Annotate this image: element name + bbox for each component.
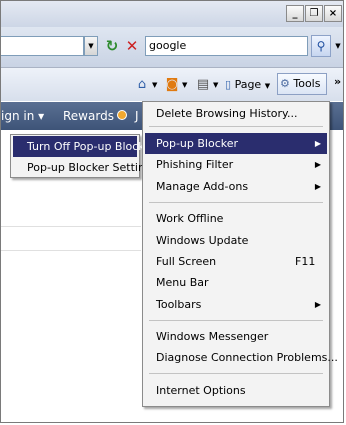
page-label: Page — [234, 78, 262, 91]
toolbars-item[interactable]: Toolbars ▶ — [145, 294, 327, 315]
stop-icon[interactable]: ✕ — [124, 36, 140, 56]
address-dropdown-icon[interactable]: ▼ — [84, 36, 98, 56]
popup-blocker-item[interactable]: Pop-up Blocker ▶ — [145, 133, 327, 154]
popup-blocker-submenu: Turn Off Pop-up Blocker Pop-up Blocker S… — [10, 134, 158, 178]
home-dropdown-icon[interactable]: ▼ — [152, 76, 157, 94]
manage-add-ons-item[interactable]: Manage Add-ons ▶ — [145, 176, 327, 197]
address-input[interactable] — [1, 36, 84, 56]
shortcut-label: F11 — [295, 255, 316, 268]
browser-window: _ ❐ × ▼ ↻ ✕ google ⚲ ▼ ⌂ ▼ ◙ ▼ ▤ ▼ ▯ Pag… — [0, 0, 344, 423]
tools-button[interactable]: ⚙ Tools ▼ — [277, 73, 327, 109]
menu-item-label: Menu Bar — [156, 276, 209, 289]
submenu-arrow-icon: ▶ — [314, 139, 321, 148]
menu-separator — [149, 202, 323, 203]
rss-dropdown-icon[interactable]: ▼ — [182, 76, 187, 94]
internet-options-item[interactable]: Internet Options — [145, 380, 327, 401]
page-dropdown-icon: ▼ — [264, 82, 271, 90]
chevron-right-icon[interactable]: » — [334, 75, 341, 88]
full-screen-item[interactable]: Full Screen F11 — [145, 251, 327, 272]
window-controls: _ ❐ × — [286, 5, 342, 22]
turn-off-popup-blocker-item[interactable]: Turn Off Pop-up Blocker — [13, 136, 156, 157]
sign-in-link[interactable]: ign in ▾ — [1, 108, 44, 124]
page-button[interactable]: ▯ Page ▼ — [225, 75, 270, 95]
maximize-icon[interactable]: ❐ — [305, 5, 323, 22]
divider — [1, 250, 141, 251]
home-icon[interactable]: ⌂ — [134, 76, 150, 94]
tools-menu: Delete Browsing History... Pop-up Blocke… — [142, 101, 338, 407]
popup-blocker-settings-item[interactable]: Pop-up Blocker Settings — [13, 157, 158, 178]
close-icon[interactable]: × — [324, 5, 342, 22]
address-toolbar: ▼ ↻ ✕ google ⚲ ▼ — [1, 27, 343, 68]
menu-bar-item[interactable]: Menu Bar — [145, 272, 327, 293]
menu-item-label: Windows Messenger — [156, 330, 269, 343]
submenu-arrow-icon: ▶ — [314, 300, 321, 309]
menu-item-label: Toolbars — [156, 298, 202, 311]
page-icon: ▯ — [225, 78, 232, 91]
search-icon[interactable]: ⚲ — [311, 35, 331, 57]
diagnose-connection-item[interactable]: Diagnose Connection Problems... — [145, 347, 338, 368]
minimize-icon[interactable]: _ — [286, 5, 304, 22]
print-icon[interactable]: ▤ — [195, 76, 211, 94]
menu-separator — [149, 320, 323, 321]
rewards-link[interactable]: Rewards — [63, 108, 127, 124]
title-bar: _ ❐ × — [1, 1, 343, 27]
divider — [1, 226, 141, 227]
print-dropdown-icon[interactable]: ▼ — [213, 76, 218, 94]
delete-browsing-history-item[interactable]: Delete Browsing History... — [145, 103, 327, 124]
tools-label: Tools — [293, 77, 321, 90]
windows-update-item[interactable]: Windows Update — [145, 230, 327, 251]
gear-icon: ⚙ — [280, 77, 290, 90]
menu-item-label: Work Offline — [156, 212, 224, 225]
menu-item-label: Delete Browsing History... — [156, 107, 298, 120]
menu-separator — [149, 126, 323, 127]
menu-item-label: Manage Add-ons — [156, 180, 249, 193]
menu-item-label: Internet Options — [156, 384, 246, 397]
refresh-icon[interactable]: ↻ — [103, 36, 121, 56]
phishing-filter-item[interactable]: Phishing Filter ▶ — [145, 154, 327, 175]
nav-link-extra[interactable]: J — [135, 108, 139, 124]
search-input[interactable]: google — [145, 36, 308, 56]
rss-feed-icon[interactable]: ◙ — [164, 76, 180, 94]
submenu-arrow-icon: ▶ — [314, 160, 321, 169]
rewards-label: Rewards — [63, 109, 114, 123]
menu-separator — [149, 373, 323, 374]
submenu-arrow-icon: ▶ — [314, 182, 321, 191]
work-offline-item[interactable]: Work Offline — [145, 208, 327, 229]
menu-item-label: Pop-up Blocker — [156, 137, 239, 150]
menu-item-label: Full Screen — [156, 255, 217, 268]
search-dropdown-icon[interactable]: ▼ — [332, 36, 343, 56]
command-bar: ⌂ ▼ ◙ ▼ ▤ ▼ ▯ Page ▼ ⚙ Tools ▼ » — [1, 68, 343, 109]
menu-item-label: Phishing Filter — [156, 158, 234, 171]
rewards-coin-icon — [116, 110, 127, 120]
windows-messenger-item[interactable]: Windows Messenger — [145, 326, 327, 347]
menu-item-label: Diagnose Connection Problems... — [156, 351, 338, 364]
menu-item-label: Windows Update — [156, 234, 249, 247]
